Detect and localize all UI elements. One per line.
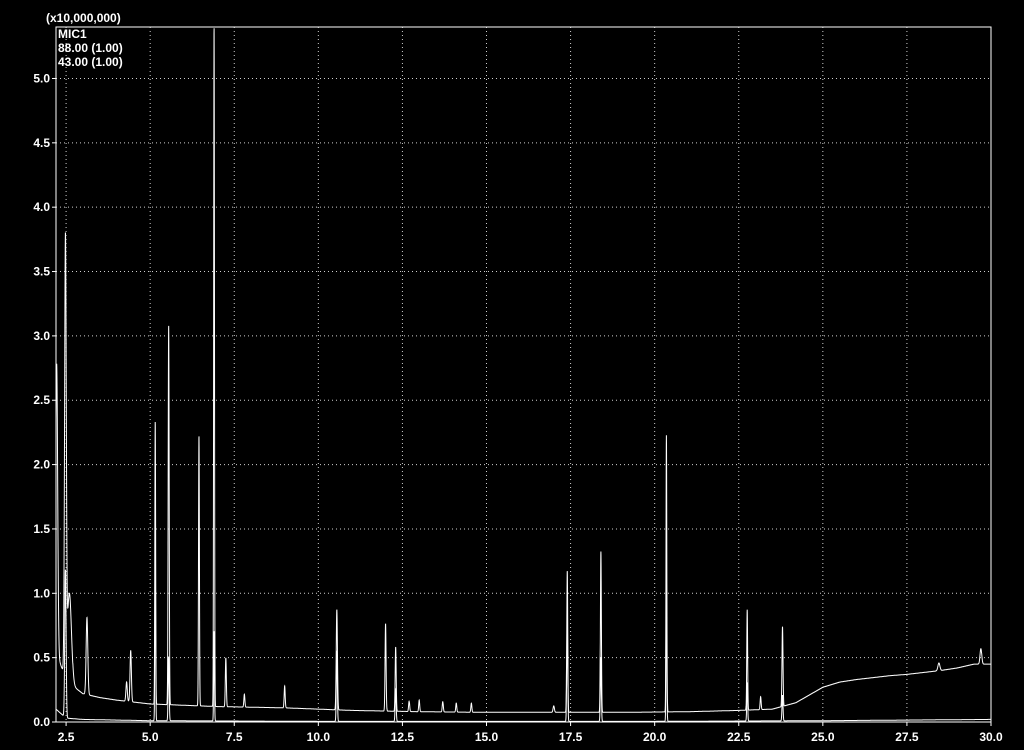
y-tick-label: 3.5 (33, 265, 50, 279)
legend-title: MIC1 (58, 27, 87, 41)
y-tick-label: 1.5 (33, 522, 50, 536)
legend-entry-mz43: 43.00 (1.00) (58, 55, 123, 69)
x-tick-label: 15.0 (475, 730, 499, 744)
x-tick-label: 20.0 (643, 730, 667, 744)
x-tick-label: 25.0 (811, 730, 835, 744)
y-tick-label: 1.0 (33, 586, 50, 600)
y-tick-label: 0.0 (33, 715, 50, 729)
y-tick-label: 2.0 (33, 458, 50, 472)
x-tick-label: 7.5 (226, 730, 243, 744)
y-tick-label: 5.0 (33, 71, 50, 85)
x-tick-label: 30.0 (979, 730, 1003, 744)
y-tick-label: 3.0 (33, 329, 50, 343)
scale-label: (x10,000,000) (46, 11, 121, 25)
legend-entry-mz88: 88.00 (1.00) (58, 41, 123, 55)
x-tick-label: 27.5 (895, 730, 919, 744)
x-tick-label: 2.5 (58, 730, 75, 744)
y-tick-label: 4.5 (33, 136, 50, 150)
x-tick-label: 22.5 (727, 730, 751, 744)
y-tick-label: 4.0 (33, 200, 50, 214)
x-tick-label: 17.5 (559, 730, 583, 744)
x-tick-label: 10.0 (307, 730, 331, 744)
chart-background (0, 0, 1024, 750)
y-tick-label: 0.5 (33, 651, 50, 665)
y-tick-label: 2.5 (33, 393, 50, 407)
x-tick-label: 5.0 (142, 730, 159, 744)
chromatogram-chart: 2.5 5.0 7.5 10.0 12.5 15.0 17.5 20.0 22.5 25.0 27.… (0, 0, 1024, 750)
x-tick-label: 12.5 (391, 730, 415, 744)
